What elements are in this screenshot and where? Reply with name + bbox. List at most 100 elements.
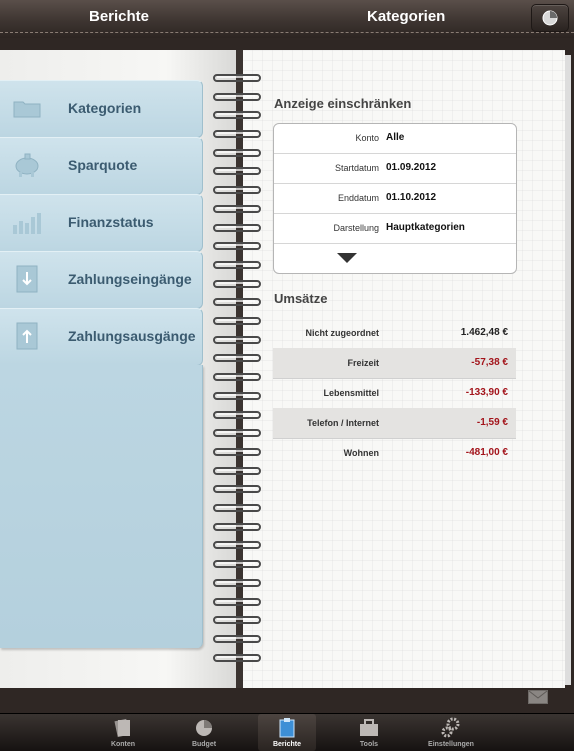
menu-item-label: Sparquote [68,157,138,173]
binding-ring [213,373,261,381]
toolbox-icon [360,719,378,736]
filter-row-startdatum[interactable]: Startdatum 01.09.2012 [274,154,516,184]
filter-key: Startdatum [334,163,379,173]
menu-item-label: Kategorien [68,100,142,116]
binding-ring [213,523,261,531]
binding-ring [213,224,261,232]
expand-arrow-icon[interactable] [337,253,357,263]
page-title: Kategorien [367,8,446,25]
category-name: Wohnen [343,448,379,458]
tab-label: Einstellungen [428,741,474,748]
menu-item-sparquote[interactable]: Sparquote [0,137,203,195]
tab-label: Konten [110,741,136,748]
tab-tools[interactable]: Tools [340,714,398,751]
filter-key: Konto [355,133,379,143]
menu-item-finanzstatus[interactable]: Finanzstatus [0,194,203,252]
tab-bar: Konten Budget Berichte Tools Einstellung… [0,713,574,751]
menu-item-label: Zahlungseingänge [68,271,192,287]
tab-berichte[interactable]: Berichte [258,714,316,751]
category-name: Nicht zugeordnet [305,328,380,338]
binding-ring [213,392,261,400]
filter-key: Enddatum [337,193,379,203]
binding-ring [213,261,261,269]
top-bar: Berichte Kategorien [0,0,574,38]
menu-item-label: Finanzstatus [68,214,154,230]
filter-value: Hauptkategorien [386,222,465,233]
cards-icon [114,718,130,738]
binding-ring [213,167,261,175]
pie-chart-icon [542,10,558,26]
binding-ring [213,354,261,362]
menu-item-zahlungseingaenge[interactable]: Zahlungseingänge [0,251,203,309]
filter-row-darstellung[interactable]: Darstellung Hauptkategorien [274,214,516,244]
stitching [0,32,574,33]
table-row[interactable]: Wohnen -481,00 € [273,438,516,468]
filter-key: Darstellung [333,223,379,233]
binding-ring [213,93,261,101]
tab-label: Berichte [272,741,301,748]
notebook-spine [236,50,243,688]
tab-label: Budget [191,741,217,748]
table-row[interactable]: Lebensmittel -133,90 € [273,378,516,409]
table-row[interactable]: Nicht zugeordnet 1.462,48 € [273,318,516,349]
chart-view-button[interactable] [531,4,569,32]
tab-konten[interactable]: Konten [94,714,152,751]
menu-panel-background [0,365,203,648]
binding-ring [213,74,261,82]
bar-chart-icon [13,213,41,234]
filter-value: 01.10.2012 [386,192,437,203]
filter-row-konto[interactable]: Konto Alle [274,124,516,154]
menu-item-kategorien[interactable]: Kategorien [0,80,203,138]
binding-ring [213,448,261,456]
binding-ring [213,280,261,288]
category-name: Telefon / Internet [307,418,379,428]
menu-item-label: Zahlungsausgänge [68,328,196,344]
binding-ring [213,654,261,662]
binding-ring [213,111,261,119]
binding-ring [213,579,261,587]
tab-label: Tools [359,741,379,748]
category-amount: -481,00 € [465,447,508,458]
category-name: Lebensmittel [323,388,379,398]
menu-item-zahlungsausgaenge[interactable]: Zahlungsausgänge [0,308,203,366]
tab-budget[interactable]: Budget [175,714,233,751]
table-row[interactable]: Freizeit -57,38 € [273,348,516,379]
page-edge [565,55,571,685]
binding-ring [213,298,261,306]
binding-ring [213,149,261,157]
umsaetze-heading: Umsätze [274,291,328,306]
filter-panel: Konto Alle Startdatum 01.09.2012 Enddatu… [273,123,517,274]
binding-ring [213,205,261,213]
filter-row-enddatum[interactable]: Enddatum 01.10.2012 [274,184,516,214]
binding-ring [213,560,261,568]
binding-ring [213,411,261,419]
binding-ring [213,598,261,606]
binding-ring [213,485,261,493]
gears-icon [441,717,460,738]
filter-value: 01.09.2012 [386,162,437,173]
category-name: Freizeit [347,358,379,368]
category-amount: 1.462,48 € [460,327,508,338]
binding-ring [213,130,261,138]
mail-icon[interactable] [528,690,548,704]
binding-ring [213,467,261,475]
tab-einstellungen[interactable]: Einstellungen [422,714,480,751]
left-title: Berichte [89,8,150,25]
binding-ring [213,242,261,250]
filter-heading: Anzeige einschränken [274,96,412,111]
table-row[interactable]: Telefon / Internet -1,59 € [273,408,516,439]
binding-ring [213,317,261,325]
pie-icon [196,720,212,736]
category-amount: -1,59 € [476,417,508,428]
arrow-down-icon [16,265,38,293]
binding-ring [213,429,261,437]
binding-ring [213,504,261,512]
category-amount: -57,38 € [471,357,508,368]
filter-value: Alle [386,132,405,143]
folder-icon [13,101,41,118]
binding-ring [213,336,261,344]
category-amount: -133,90 € [465,387,508,398]
clipboard-icon [279,718,295,738]
binding-ring [213,635,261,643]
binding-ring [213,616,261,624]
